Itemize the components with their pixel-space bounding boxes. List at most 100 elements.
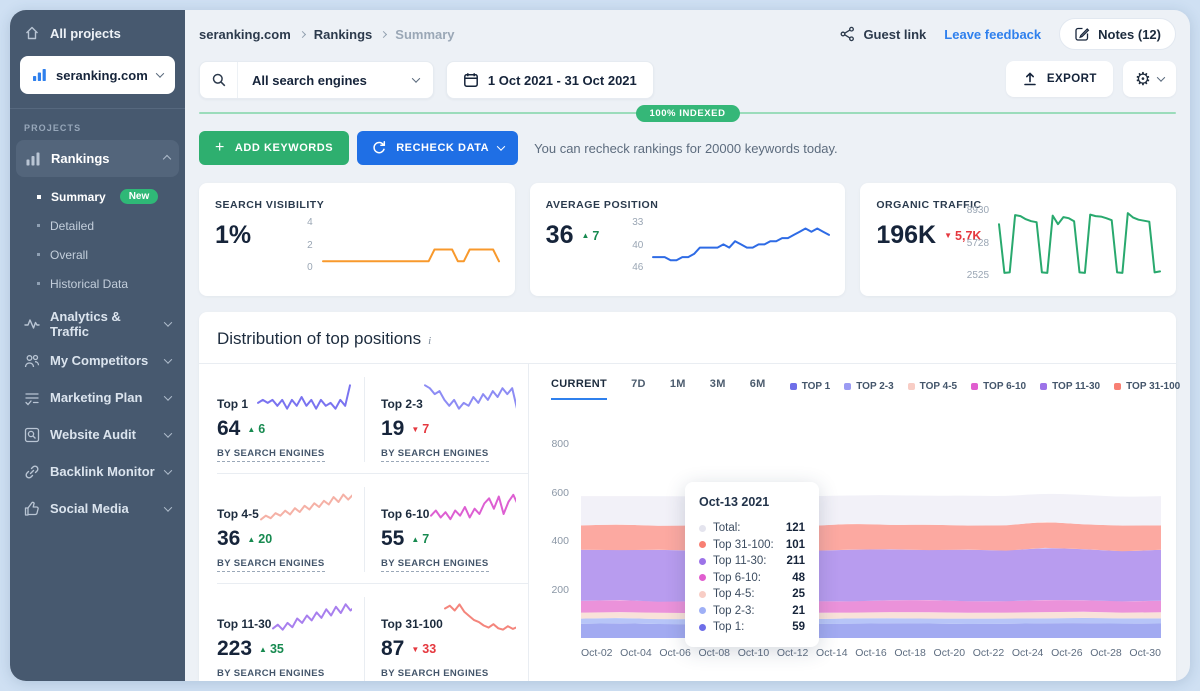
sidebar-subitem-summary[interactable]: SummaryNew <box>10 182 185 211</box>
search-engines-value: All search engines <box>238 73 413 88</box>
metric-card-chart: 420 <box>307 217 501 275</box>
rankings-submenu: SummaryNewDetailedOverallHistorical Data <box>10 182 185 298</box>
position-tile-top-2-3: Top 2-319▼7BY SEARCH ENGINES <box>364 377 528 462</box>
position-tiles: Top 164▲6BY SEARCH ENGINESTop 2-319▼7BY … <box>199 364 529 681</box>
by-search-engines-link[interactable]: BY SEARCH ENGINES <box>217 668 325 681</box>
tile-value: 19 <box>381 417 404 441</box>
tile-sparkline <box>259 489 352 525</box>
sidebar-item-label: Backlink Monitor <box>50 464 155 479</box>
tab-6m[interactable]: 6M <box>750 378 766 400</box>
sidebar-subitem-detailed[interactable]: Detailed <box>10 211 185 240</box>
recheck-data-button[interactable]: RECHECK DATA <box>357 131 518 165</box>
tooltip-value: 211 <box>786 555 805 567</box>
distribution-panel: Distribution of top positions i Top 164▲… <box>199 312 1176 681</box>
sidebar-item-rankings[interactable]: Rankings <box>16 140 179 177</box>
tile-top: Top 1 <box>217 377 352 415</box>
y-tick: 5728 <box>967 238 989 249</box>
by-search-engines-link[interactable]: BY SEARCH ENGINES <box>381 558 489 572</box>
chevron-down-icon <box>412 74 420 82</box>
legend-item-top-4-5[interactable]: TOP 4-5 <box>908 381 957 392</box>
x-axis-label: Oct-10 <box>738 647 770 659</box>
notes-button[interactable]: Notes (12) <box>1059 18 1176 50</box>
legend-swatch <box>971 383 978 390</box>
delta-down: ▼33 <box>411 642 436 656</box>
sidebar-subitem-historical-data[interactable]: Historical Data <box>10 269 185 298</box>
x-axis-label: Oct-14 <box>816 647 848 659</box>
sidebar-item-backlink-monitor[interactable]: Backlink Monitor <box>10 453 185 490</box>
area-band-top-1 <box>581 623 1161 638</box>
tooltip-row: Top 6-10:48 <box>699 570 805 587</box>
sidebar-item-marketing-plan[interactable]: Marketing Plan <box>10 379 185 416</box>
tab-1m[interactable]: 1M <box>670 378 686 400</box>
breadcrumb-item: Summary <box>395 27 454 42</box>
all-projects-link[interactable]: All projects <box>10 10 185 53</box>
legend-item-top-6-10[interactable]: TOP 6-10 <box>971 381 1026 392</box>
tile-top: Top 4-5 <box>217 487 352 525</box>
sidebar-item-website-audit[interactable]: Website Audit <box>10 416 185 453</box>
breadcrumb-item[interactable]: seranking.com <box>199 27 291 42</box>
chevron-down-icon <box>1157 73 1165 81</box>
tile-row: Top 4-536▲20BY SEARCH ENGINESTop 6-1055▲… <box>217 474 528 584</box>
tooltip-row: Top 1:59 <box>699 619 805 636</box>
tile-top: Top 2-3 <box>381 377 516 415</box>
sidebar-item-label: Rankings <box>51 151 110 166</box>
by-search-engines-link[interactable]: BY SEARCH ENGINES <box>217 448 325 462</box>
legend-item-top-31-100[interactable]: TOP 31-100 <box>1114 381 1180 392</box>
main-content: seranking.comRankingsSummary Guest link … <box>185 10 1190 681</box>
sidebar-subitem-overall[interactable]: Overall <box>10 240 185 269</box>
sidebar-item-my-competitors[interactable]: My Competitors <box>10 342 185 379</box>
tooltip-dot <box>699 591 706 598</box>
rankings-icon <box>25 151 41 167</box>
breadcrumb-item[interactable]: Rankings <box>314 27 373 42</box>
y-tick: 46 <box>632 262 643 273</box>
breadcrumb-separator-icon <box>299 30 306 37</box>
tile-value-row: 55▲7 <box>381 527 516 551</box>
leave-feedback-link[interactable]: Leave feedback <box>944 27 1041 42</box>
tooltip-label: Top 31-100: <box>713 539 774 551</box>
metric-cards: SEARCH VISIBILITY1%420AVERAGE POSITION36… <box>199 183 1176 296</box>
chevron-down-icon <box>164 429 172 437</box>
tab-current[interactable]: CURRENT <box>551 378 607 400</box>
filter-bar-right: EXPORT ⚙ <box>1006 61 1176 97</box>
search-engines-select[interactable]: All search engines <box>199 61 434 99</box>
guest-link-button[interactable]: Guest link <box>840 26 926 42</box>
by-search-engines-link[interactable]: BY SEARCH ENGINES <box>217 558 325 572</box>
tab-3m[interactable]: 3M <box>710 378 726 400</box>
y-tick-labels: 420 <box>307 217 313 275</box>
legend-item-top-11-30[interactable]: TOP 11-30 <box>1040 381 1100 392</box>
tab-7d[interactable]: 7D <box>631 378 646 400</box>
x-axis-label: Oct-20 <box>934 647 966 659</box>
by-search-engines-link[interactable]: BY SEARCH ENGINES <box>381 448 489 462</box>
project-selector[interactable]: seranking.com <box>20 56 175 94</box>
by-search-engines-link[interactable]: BY SEARCH ENGINES <box>381 668 489 681</box>
notes-pencil-icon <box>1074 26 1090 42</box>
sidebar-item-social-media[interactable]: Social Media <box>10 490 185 527</box>
export-button[interactable]: EXPORT <box>1006 61 1113 97</box>
delta-value: 20 <box>258 532 272 546</box>
arrow-up-icon: ▲ <box>247 425 255 434</box>
chart-legend: TOP 1 TOP 2-3 TOP 4-5 TOP 6-10 TOP 11-30 TOP … <box>790 381 1190 398</box>
tile-label: Top 4-5 <box>217 507 259 525</box>
search-icon <box>211 72 227 88</box>
sidebar-divider <box>10 108 185 109</box>
settings-button[interactable]: ⚙ <box>1123 61 1176 97</box>
legend-item-top-2-3[interactable]: TOP 2-3 <box>844 381 893 392</box>
search-engine-search-button[interactable] <box>200 62 238 98</box>
info-icon[interactable]: i <box>428 335 431 347</box>
legend-label: TOP 2-3 <box>856 381 893 392</box>
stacked-area-plot[interactable] <box>581 420 1161 638</box>
chart-tooltip: Oct-13 2021 Total:121Top 31-100:101Top 1… <box>685 482 819 647</box>
metric-sparkline <box>651 217 831 275</box>
y-axis-label: 600 <box>539 487 569 499</box>
bullet-icon <box>37 224 40 227</box>
sidebar: All projects seranking.com PROJECTS Rank… <box>10 10 185 681</box>
date-range-picker[interactable]: 1 Oct 2021 - 31 Oct 2021 <box>446 61 654 99</box>
legend-label: TOP 31-100 <box>1126 381 1180 392</box>
arrow-down-icon: ▼ <box>944 231 952 240</box>
y-tick-labels: 893057282525 <box>967 205 989 283</box>
y-tick: 40 <box>632 240 643 251</box>
sidebar-item-analytics-traffic[interactable]: Analytics & Traffic <box>10 305 185 342</box>
y-tick: 0 <box>307 262 313 273</box>
add-keywords-button[interactable]: + ADD KEYWORDS <box>199 131 349 165</box>
legend-item-top-1[interactable]: TOP 1 <box>790 381 831 392</box>
